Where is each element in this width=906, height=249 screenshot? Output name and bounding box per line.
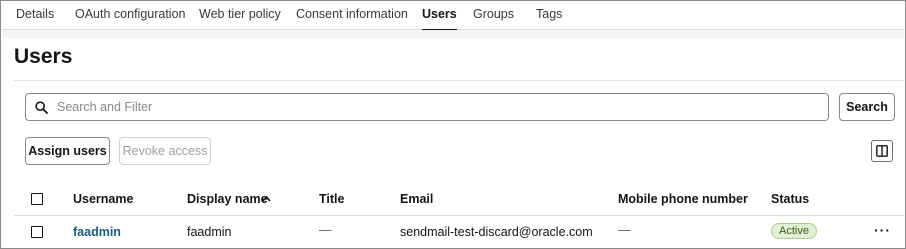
tab-bar: Details OAuth configuration Web tier pol…	[2, 2, 904, 31]
column-header-mobile-phone-number[interactable]: Mobile phone number	[618, 192, 748, 206]
page-title: Users	[14, 45, 73, 68]
title-divider	[14, 80, 904, 81]
search-input[interactable]	[57, 100, 828, 114]
email-cell: sendmail-test-discard@oracle.com	[400, 225, 593, 239]
title-cell: —	[319, 223, 332, 237]
app-frame: Details OAuth configuration Web tier pol…	[0, 0, 906, 249]
select-all-checkbox[interactable]	[31, 193, 43, 205]
username-link[interactable]: faadmin	[73, 225, 121, 239]
columns-icon	[876, 145, 888, 157]
column-header-display-name[interactable]: Display name	[187, 192, 268, 206]
search-field[interactable]	[25, 93, 829, 121]
tab-oauth-configuration[interactable]: OAuth configuration	[75, 7, 186, 30]
table-row: faadmin faadmin — sendmail-test-discard@…	[14, 216, 904, 248]
column-header-email[interactable]: Email	[400, 192, 433, 206]
search-button[interactable]: Search	[839, 93, 895, 121]
mobile-cell: —	[618, 223, 631, 237]
column-header-status[interactable]: Status	[771, 192, 809, 206]
table-header: Username Display name Title Email Mobile…	[14, 183, 904, 216]
tab-details[interactable]: Details	[16, 7, 54, 30]
sort-ascending-icon[interactable]	[262, 195, 271, 202]
columns-toggle-button[interactable]	[871, 140, 893, 162]
tab-tags[interactable]: Tags	[536, 7, 562, 30]
tab-groups[interactable]: Groups	[473, 7, 514, 30]
header-separator	[2, 30, 904, 38]
row-select-checkbox[interactable]	[31, 226, 43, 238]
display-name-cell: faadmin	[187, 225, 232, 239]
status-badge: Active	[771, 223, 817, 239]
revoke-access-button: Revoke access	[119, 137, 211, 165]
more-actions-icon[interactable]: ···	[874, 222, 891, 238]
tab-consent-information[interactable]: Consent information	[296, 7, 408, 30]
assign-users-button[interactable]: Assign users	[25, 137, 110, 165]
tab-web-tier-policy[interactable]: Web tier policy	[199, 7, 281, 30]
column-header-title[interactable]: Title	[319, 192, 344, 206]
search-icon	[35, 100, 48, 114]
column-header-username[interactable]: Username	[73, 192, 133, 206]
tab-users[interactable]: Users	[422, 7, 457, 31]
